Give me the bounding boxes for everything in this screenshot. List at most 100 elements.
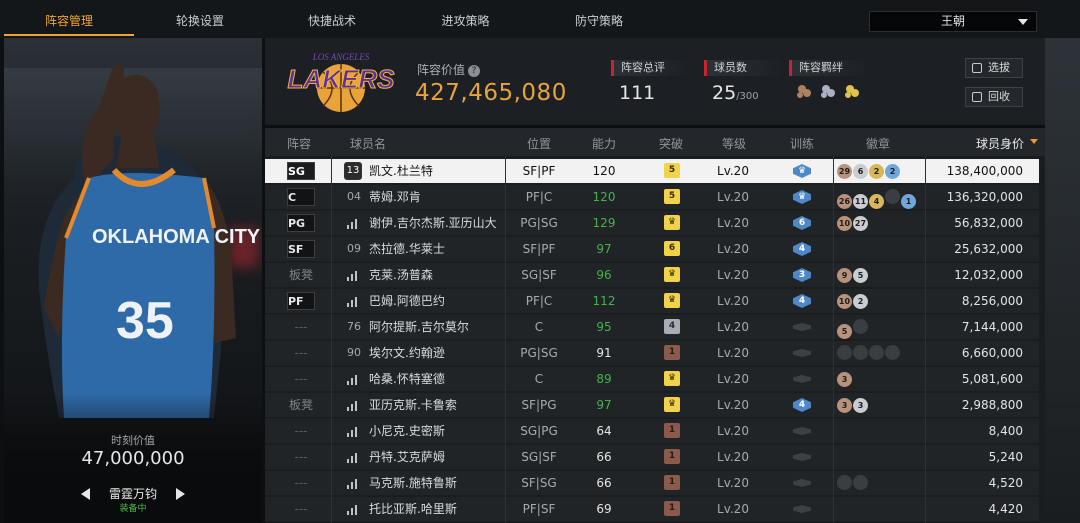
col-player-value[interactable]: 球员身价 xyxy=(965,135,1035,152)
chemistry-icons[interactable] xyxy=(796,84,866,100)
badge-list[interactable]: 10 2 xyxy=(837,293,869,309)
table-row[interactable]: --- 76 阿尔提斯.吉尔莫尔 C 95 4 Lv.20 5 7,144,000 xyxy=(265,315,1039,339)
badge-list[interactable] xyxy=(837,345,901,361)
breakthrough-badge: 1 xyxy=(664,423,680,438)
player-level: Lv.20 xyxy=(717,242,749,256)
badge-list[interactable]: 29 6 2 2 xyxy=(837,163,901,179)
tab-lineup-management[interactable]: 阵容管理 xyxy=(4,4,134,36)
slot-none: --- xyxy=(294,450,308,464)
badge-list[interactable]: 10 27 xyxy=(837,215,869,231)
player-level: Lv.20 xyxy=(717,346,749,360)
tab-defense-strategy[interactable]: 防守策略 xyxy=(533,4,665,36)
slot-position-badge[interactable]: C xyxy=(287,188,315,206)
player-level: Lv.20 xyxy=(717,476,749,490)
chemistry-stat: 阵容羁绊 xyxy=(789,60,869,76)
table-header: 阵容 球员名 位置 能力 突破 等级 训练 徽章 球员身价 xyxy=(265,128,1045,156)
player-position: SF|SG xyxy=(521,476,557,490)
scout-button[interactable]: 选拔 xyxy=(965,58,1023,78)
player-level: Lv.20 xyxy=(717,320,749,334)
slot-position-text: C xyxy=(288,191,297,204)
table-row[interactable]: --- 小尼克.史密斯 SG|PG 64 1 Lv.20 8,400 xyxy=(265,419,1039,443)
tab-rotation-settings[interactable]: 轮换设置 xyxy=(134,4,266,36)
badge-list[interactable]: 95 xyxy=(837,267,869,283)
badge-list[interactable]: 3 xyxy=(837,371,853,387)
player-value: 56,832,000 xyxy=(954,216,1023,230)
table-row[interactable]: PG 谢伊.吉尔杰斯.亚历山大 PG|SG 129 ♛ Lv.20 6 10 27 56,832,… xyxy=(265,211,1039,235)
table-row[interactable]: C 04 蒂姆.邓肯 PF|C 120 5 Lv.20 ♛ 26 11 4 1 136,320,000 xyxy=(265,185,1039,209)
player-name: 阿尔提斯.吉尔莫尔 xyxy=(369,320,469,334)
training-empty-icon xyxy=(793,427,811,435)
table-row[interactable]: --- 马克斯.施特鲁斯 SF|SG 66 1 Lv.20 4,520 xyxy=(265,471,1039,495)
table-row[interactable]: --- 托比亚斯.哈里斯 PF|SF 69 1 Lv.20 4,420 xyxy=(265,497,1039,521)
tab-quick-tactics[interactable]: 快捷战术 xyxy=(266,4,398,36)
table-row[interactable]: SG 13 凯文.杜兰特 SF|PF 120 5 Lv.20 ♛ 29 6 2 2 138,400,00… xyxy=(265,159,1039,183)
signal-bars-icon xyxy=(347,271,359,281)
player-level: Lv.20 xyxy=(717,216,749,230)
tab-offense-strategy[interactable]: 进攻策略 xyxy=(398,4,533,36)
training-empty-icon xyxy=(793,349,811,357)
top-nav-bar: 阵容管理 轮换设置 快捷战术 进攻策略 防守策略 王朝 xyxy=(0,0,1080,38)
col-player-name[interactable]: 球员名 xyxy=(343,135,393,152)
table-row[interactable]: --- 90 埃尔文.约翰逊 PG|SG 91 1 Lv.20 6,660,000 xyxy=(265,341,1039,365)
recycle-button[interactable]: 回收 xyxy=(965,87,1023,107)
badge-list[interactable]: 33 xyxy=(837,397,869,413)
player-ability: 89 xyxy=(596,372,612,386)
table-row[interactable]: --- 哈桑.怀特塞德 C 89 ♛ Lv.20 3 5,081,600 xyxy=(265,367,1039,391)
slot-position-badge[interactable]: PF xyxy=(287,292,315,310)
col-ability[interactable]: 能力 xyxy=(583,135,625,152)
breakthrough-crown-icon: ♛ xyxy=(664,215,680,230)
player-name: 马克斯.施特鲁斯 xyxy=(369,476,457,490)
player-ability: 95 xyxy=(596,320,612,334)
col-level[interactable]: 等级 xyxy=(713,135,755,152)
col-position[interactable]: 位置 xyxy=(510,135,568,152)
player-ability: 66 xyxy=(596,450,612,464)
col-lineup[interactable]: 阵容 xyxy=(277,135,321,152)
slot-none: --- xyxy=(294,476,308,490)
player-ability: 69 xyxy=(596,502,612,516)
chemistry-bronze-icon xyxy=(797,85,811,98)
training-level-badge: 6 xyxy=(793,216,811,230)
roster-table: 阵容 球员名 位置 能力 突破 等级 训练 徽章 球员身价 SG 13 凯文.杜兰特… xyxy=(265,128,1045,523)
signal-bars-icon xyxy=(347,401,359,411)
breakthrough-badge: 1 xyxy=(664,449,680,464)
breakthrough-badge: 1 xyxy=(664,475,680,490)
slot-position-badge[interactable]: PG xyxy=(287,214,315,232)
col-breakthrough[interactable]: 突破 xyxy=(650,135,692,152)
chevron-down-icon xyxy=(1018,19,1028,25)
breakthrough-crown-icon: ♛ xyxy=(664,293,680,308)
breakthrough-badge: 1 xyxy=(664,501,680,516)
table-row[interactable]: 板凳 克莱.汤普森 SG|SF 96 ♛ Lv.20 3 9 5 12,032,000 xyxy=(265,263,1039,287)
slot-position-badge[interactable]: SF xyxy=(287,240,315,258)
training-empty-icon xyxy=(793,375,811,383)
badge-list[interactable]: 5 xyxy=(837,319,869,339)
player-position: SF|PF xyxy=(522,242,556,256)
jersey-number: 13 xyxy=(344,162,362,180)
player-value: 4,420 xyxy=(988,502,1023,516)
slot-position-badge[interactable]: SG xyxy=(287,162,315,180)
player-value: 136,320,000 xyxy=(946,190,1023,204)
table-row[interactable]: --- 丹特.艾克萨姆 SG|SF 66 1 Lv.20 5,240 xyxy=(265,445,1039,469)
overall-rating-label: 阵容总评 xyxy=(611,60,691,76)
player-ability: 96 xyxy=(596,268,612,282)
badge-icon: 10 xyxy=(837,216,852,231)
player-position: SG|PG xyxy=(520,424,558,438)
badge-list[interactable] xyxy=(837,475,869,491)
help-icon[interactable]: ? xyxy=(468,65,481,77)
sort-desc-icon[interactable] xyxy=(1030,139,1038,144)
player-position: PG|SG xyxy=(520,216,558,230)
player-card-panel[interactable]: OKLAHOMA CITY 35 时刻价值 47,000,000 雷霆万钧 装备… xyxy=(4,38,262,523)
player-level: Lv.20 xyxy=(717,268,749,282)
training-empty-icon xyxy=(793,505,811,513)
background-edge xyxy=(1045,38,1080,523)
table-row[interactable]: SF 09 杰拉德.华莱士 SF|PF 97 6 Lv.20 4 25,632,000 xyxy=(265,237,1039,261)
table-row[interactable]: PF 巴姆.阿德巴约 PF|C 112 ♛ Lv.20 4 10 2 8,256,000 xyxy=(265,289,1039,313)
col-training[interactable]: 训练 xyxy=(781,135,823,152)
col-badges[interactable]: 徽章 xyxy=(857,135,899,152)
training-crown-icon: ♛ xyxy=(793,164,811,178)
player-count-stat: 球员数 25/300 xyxy=(704,60,784,104)
badge-icon xyxy=(837,475,852,490)
skill-name: 雷霆万钧 xyxy=(108,487,157,501)
badge-icon xyxy=(837,345,852,360)
team-select-dropdown[interactable]: 王朝 xyxy=(869,11,1037,32)
table-row[interactable]: 板凳 亚历克斯.卡鲁索 SF|PG 97 ♛ Lv.20 4 3 3 2,988,800 xyxy=(265,393,1039,417)
